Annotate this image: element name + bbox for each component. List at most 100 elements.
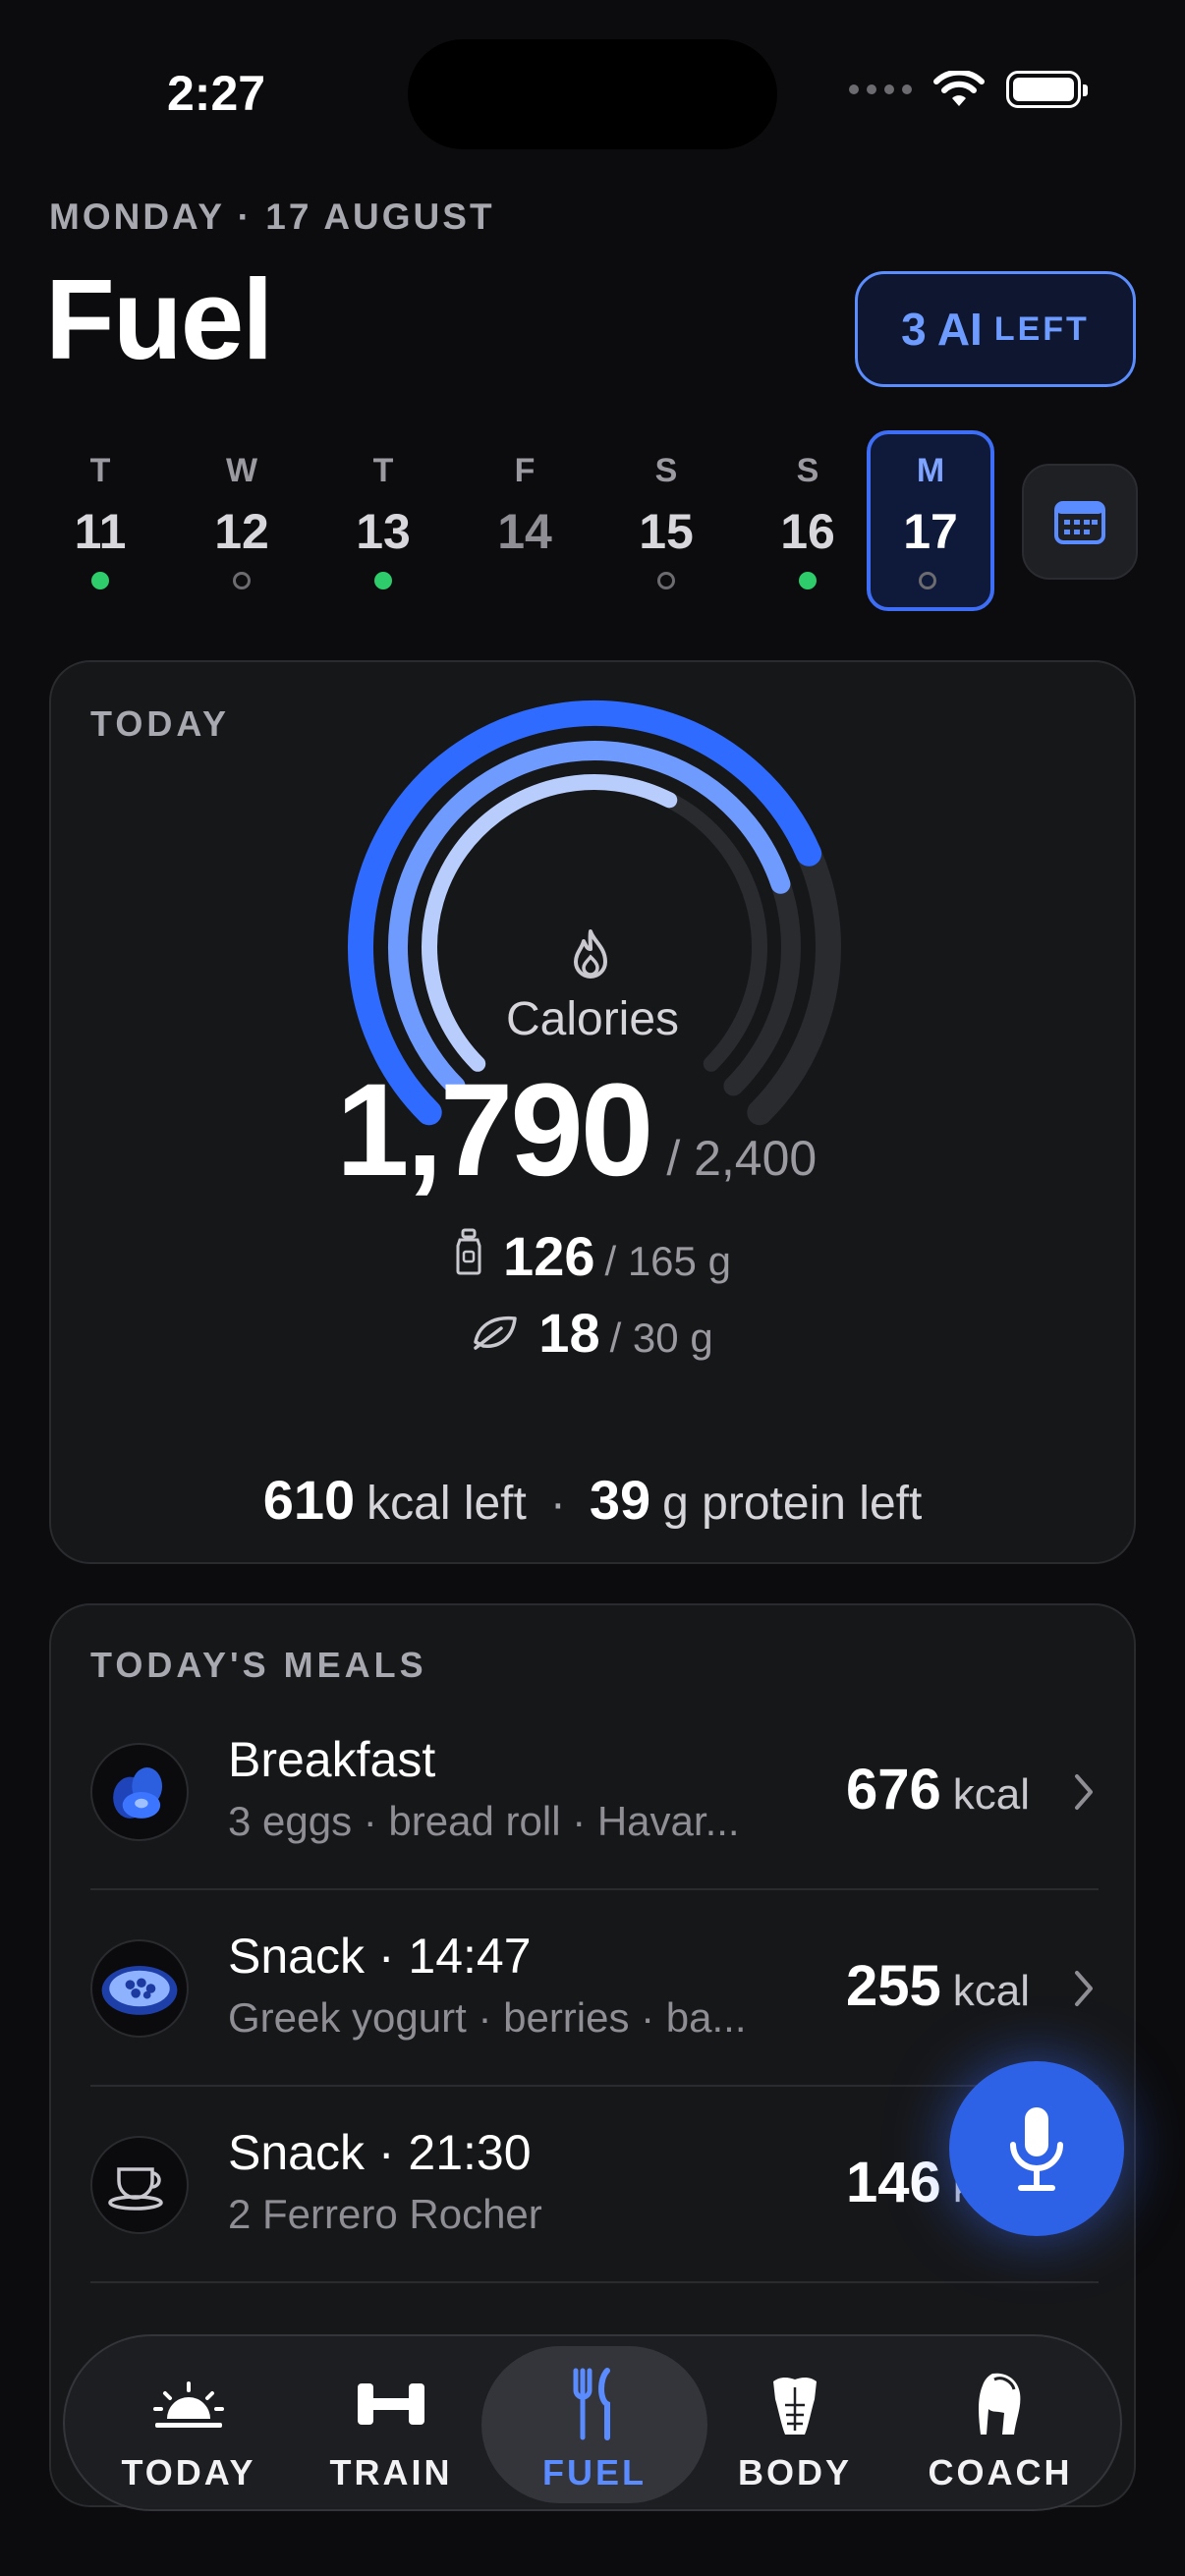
fiber-readout: 18 / 30 g <box>51 1301 1134 1365</box>
tab-label: TODAY <box>121 2452 256 2492</box>
tab-coach[interactable]: COACH <box>902 2336 1099 2513</box>
summary-separator: · <box>549 1478 566 1530</box>
eggs-icon <box>90 1743 189 1841</box>
protein-left-label: g protein left <box>662 1478 923 1530</box>
tab-body[interactable]: BODY <box>697 2336 893 2513</box>
day-15[interactable]: S 15 <box>605 430 727 611</box>
meal-kcal: 255 kcal <box>846 1953 1030 2019</box>
kcal-left-value: 610 <box>262 1469 356 1531</box>
calories-goal: / 2,400 <box>666 1131 818 1186</box>
day-number: 17 <box>903 504 958 559</box>
day-14[interactable]: F 14 <box>464 430 586 611</box>
day-number: 11 <box>74 504 127 559</box>
tab-label: FUEL <box>542 2452 647 2492</box>
meal-kcal-unit: kcal <box>952 1770 1030 1819</box>
chevron-right-icon <box>1075 1774 1093 1810</box>
tab-label: BODY <box>737 2452 852 2492</box>
ai-credits-count: 3 AI <box>901 304 983 355</box>
tab-train[interactable]: TRAIN <box>293 2336 489 2513</box>
day-letter: T <box>89 452 111 489</box>
day-letter: S <box>796 452 819 489</box>
meal-kcal-unit: kcal <box>952 1967 1030 2015</box>
empty-dot <box>657 572 675 589</box>
calendar-icon <box>1054 501 1105 544</box>
week-strip: T 11 W 12 T 13 F 14 S 15 S 16 M 17 <box>39 430 1002 611</box>
fiber-goal: / 30 g <box>609 1315 713 1361</box>
chevron-right-icon <box>1075 1971 1093 2006</box>
meal-name: Snack · 21:30 <box>228 2125 532 2180</box>
date-line: MONDAY · 17 AUGUST <box>49 196 495 237</box>
day-letter: F <box>514 452 536 489</box>
remaining-summary: 610 kcal left · 39 g protein left <box>51 1468 1134 1532</box>
protein-readout: 126 / 165 g <box>51 1224 1134 1288</box>
day-number: 16 <box>780 504 835 559</box>
day-17[interactable]: M 17 <box>867 430 994 611</box>
tab-label: TRAIN <box>329 2452 453 2492</box>
day-number: 12 <box>214 504 269 559</box>
meal-kcal-value: 255 <box>845 1954 941 2018</box>
day-13[interactable]: T 13 <box>322 430 444 611</box>
status-icons <box>849 71 1088 108</box>
battery-icon <box>1006 71 1088 108</box>
protein-shaker-icon <box>456 1228 481 1275</box>
meal-row-breakfast[interactable]: Breakfast 3 eggs · bread roll · Havar...… <box>90 1694 1099 1890</box>
day-letter: M <box>916 452 945 489</box>
meal-name: Snack · 14:47 <box>228 1929 532 1984</box>
empty-dot <box>233 572 251 589</box>
ai-credits-button[interactable]: 3 AI LEFT <box>855 271 1136 387</box>
sunrise-icon <box>90 2370 287 2438</box>
page-title: Fuel <box>45 255 273 383</box>
dynamic-island <box>408 39 777 149</box>
day-12[interactable]: W 12 <box>181 430 303 611</box>
meal-kcal: 676 kcal <box>846 1757 1030 1822</box>
torso-icon <box>697 2370 893 2438</box>
fiber-value: 18 <box>538 1302 600 1364</box>
protein-value: 126 <box>503 1225 595 1287</box>
tab-today[interactable]: TODAY <box>90 2336 287 2513</box>
day-11[interactable]: T 11 <box>39 430 161 611</box>
calories-readout: 1,790 / 2,400 <box>336 1055 817 1205</box>
meal-description: Greek yogurt · berries · ba... <box>228 1994 747 2041</box>
empty-dot <box>919 572 936 589</box>
protein-left-value: 39 <box>589 1469 651 1531</box>
cup-icon <box>90 2136 189 2234</box>
day-letter: S <box>654 452 678 489</box>
meal-description: 2 Ferrero Rocher <box>228 2191 542 2237</box>
signal-icon <box>849 84 912 94</box>
logged-dot <box>799 572 817 589</box>
logged-dot <box>91 572 109 589</box>
flame-icon <box>574 929 607 979</box>
logged-dot <box>374 572 392 589</box>
today-card[interactable]: TODAY Calories 1,790 / 2,400 126 / 165 g… <box>49 660 1136 1564</box>
day-letter: T <box>372 452 394 489</box>
leaf-icon <box>474 1316 518 1350</box>
row-divider <box>90 2281 1099 2283</box>
ai-credits-suffix: LEFT <box>993 309 1090 348</box>
status-time: 2:27 <box>167 66 266 121</box>
meals-label: TODAY'S MEALS <box>90 1645 427 1685</box>
day-number: 15 <box>639 504 694 559</box>
day-number: 13 <box>356 504 411 559</box>
day-number: 14 <box>497 504 552 559</box>
tab-bar: TODAY TRAIN FUEL BODY COACH <box>63 2334 1122 2511</box>
yogurt-bowl-icon <box>90 1939 189 2038</box>
dumbbell-icon <box>293 2370 489 2438</box>
calendar-button[interactable] <box>1022 464 1138 580</box>
fork-knife-icon <box>481 2368 707 2440</box>
tab-label: COACH <box>928 2452 1073 2492</box>
voice-log-button[interactable] <box>949 2061 1124 2236</box>
meal-row-snack-2130[interactable]: Snack · 21:30 2 Ferrero Rocher 146 kcal <box>90 2087 1099 2283</box>
wifi-icon <box>933 71 985 106</box>
protein-goal: / 165 g <box>604 1238 731 1284</box>
meal-kcal-value: 676 <box>845 1758 941 1821</box>
calories-value: 1,790 <box>336 1057 653 1204</box>
meal-description: 3 eggs · bread roll · Havar... <box>228 1798 740 1844</box>
microphone-icon <box>1010 2107 1063 2191</box>
day-letter: W <box>225 452 258 489</box>
tab-fuel[interactable]: FUEL <box>481 2346 707 2503</box>
kcal-left-label: kcal left <box>367 1478 527 1530</box>
day-16[interactable]: S 16 <box>747 430 869 611</box>
calories-label: Calories <box>505 993 680 1045</box>
meal-kcal-value: 146 <box>845 2151 941 2214</box>
meal-row-snack-1447[interactable]: Snack · 14:47 Greek yogurt · berries · b… <box>90 1890 1099 2087</box>
